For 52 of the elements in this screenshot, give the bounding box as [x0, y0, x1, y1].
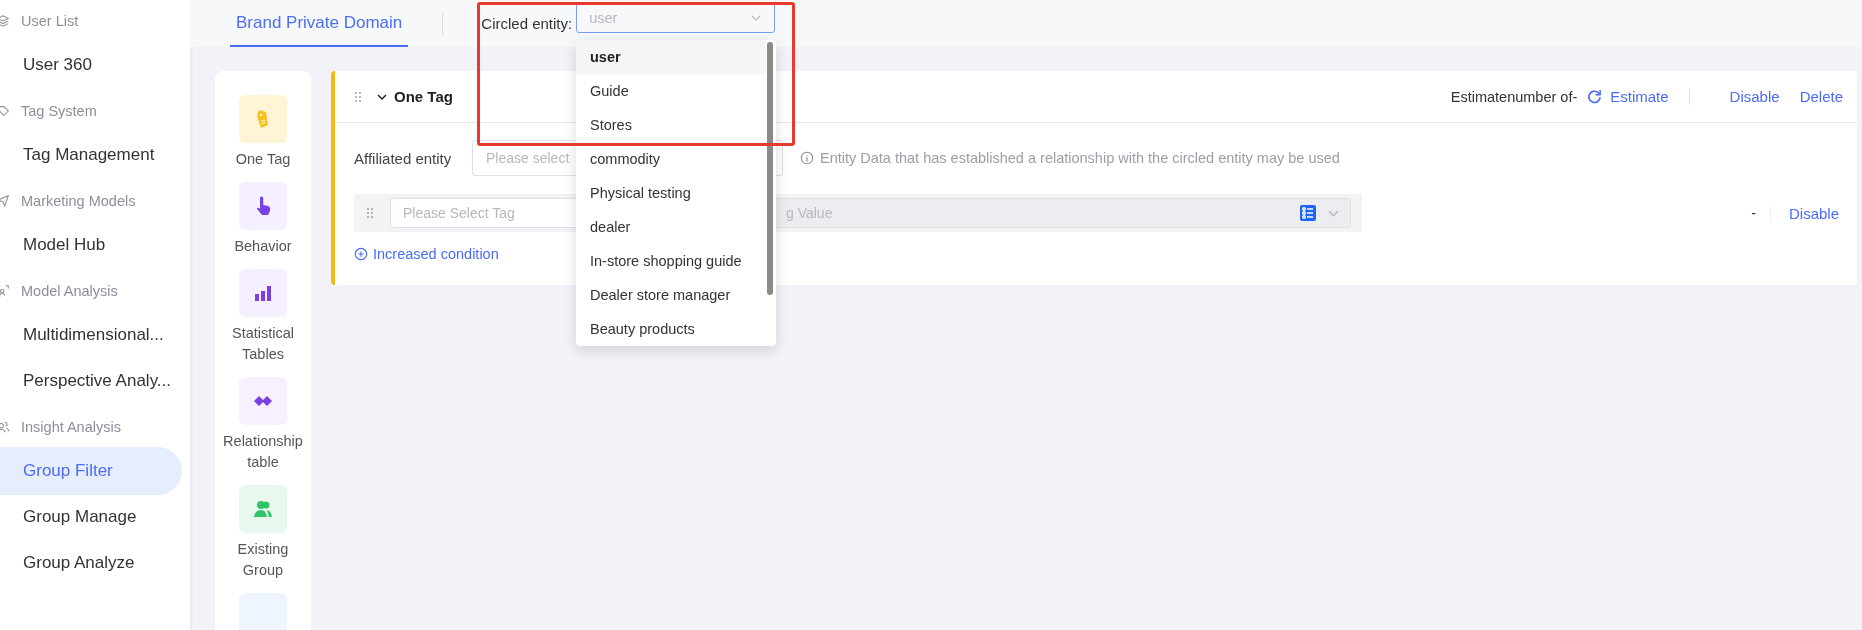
field-label: Affiliated entity — [354, 149, 453, 167]
drag-handle-icon[interactable] — [354, 90, 362, 103]
add-condition-link[interactable]: Increased condition — [354, 242, 499, 266]
link-icon[interactable] — [239, 377, 287, 425]
people-icon — [0, 420, 10, 434]
dropdown-option[interactable]: Dealer store manager — [576, 278, 776, 312]
tab[interactable]: Brand Private Domain — [230, 0, 409, 47]
action-link[interactable]: Delete — [1799, 88, 1843, 105]
action-link[interactable]: Disable — [1729, 88, 1780, 105]
drag-handle-icon[interactable] — [366, 207, 374, 219]
layers-icon — [0, 14, 10, 28]
tag-icon — [0, 104, 10, 118]
scan-person-icon — [0, 284, 10, 298]
sidebar-item[interactable]: Tag Management — [0, 132, 182, 178]
sidebar-item[interactable]: Group Manage — [0, 494, 182, 540]
card-title: One Tag — [394, 88, 453, 105]
section-heading: User List — [21, 13, 79, 29]
component-label: Existing Group — [236, 540, 290, 580]
info-icon — [800, 151, 814, 165]
sidebar-item[interactable]: Group Filter — [0, 447, 182, 495]
paper-plane-icon — [0, 194, 10, 208]
dropdown-option[interactable]: commodity — [576, 142, 776, 176]
hint-text: Entity Data that has established a relationship with the circled entity may be used — [820, 150, 1340, 166]
dropdown-option[interactable]: Stores — [576, 108, 776, 142]
dropdown-option[interactable]: In-store shopping guide — [576, 244, 776, 278]
section-heading: Tag System — [21, 103, 97, 119]
section-heading: Model Analysis — [21, 283, 118, 299]
scrollbar[interactable] — [767, 42, 773, 295]
component-label: Behavior — [233, 237, 293, 256]
sidebar-item[interactable]: User 360 — [0, 42, 182, 88]
sidebar-item[interactable]: Model Hub — [0, 222, 182, 268]
dropdown-option[interactable]: user — [576, 40, 766, 74]
dropdown-option[interactable]: Beauty products — [576, 312, 776, 346]
disable-link[interactable]: Disable — [1788, 204, 1839, 222]
sidebar-item[interactable]: Group Analyze — [0, 540, 182, 586]
section-heading: Marketing Models — [21, 193, 136, 209]
refresh-icon[interactable] — [1587, 89, 1603, 104]
section-heading: Insight Analysis — [21, 419, 121, 435]
dropdown-option[interactable]: Guide — [576, 74, 776, 108]
bar-chart-icon[interactable] — [239, 269, 287, 317]
plus-circle-icon — [354, 247, 368, 261]
sidebar-item[interactable]: Perspective Analy... — [0, 358, 182, 404]
list-icon[interactable] — [1299, 204, 1317, 222]
sidebar-item[interactable]: Multidimensional... — [0, 312, 182, 358]
component-label: One Tag — [234, 150, 292, 169]
estimate-label: Estimatenumber of- — [1450, 88, 1578, 105]
component-label: Relationship table — [222, 432, 304, 472]
pointing-hand-icon[interactable] — [239, 182, 287, 230]
estimate-link[interactable]: Estimate — [1610, 88, 1669, 105]
component-label: Statistical Tables — [230, 324, 296, 364]
count-text: - — [1751, 205, 1756, 221]
field-label: Circled entity: — [481, 15, 573, 32]
